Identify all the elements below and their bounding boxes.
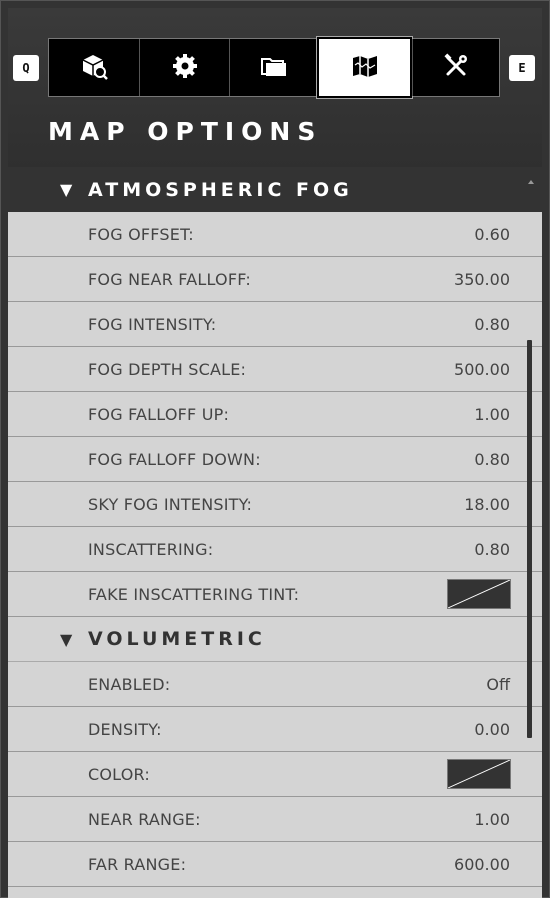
option-label: FOG FALLOFF UP: (88, 405, 230, 424)
tab-assets[interactable] (49, 39, 139, 96)
section-header-atmospheric-fog[interactable]: ▼ ATMOSPHERIC FOG (8, 167, 542, 212)
option-label: NEAR RANGE: (88, 810, 201, 829)
option-value-input[interactable]: 0.80 (474, 540, 510, 559)
map-icon (350, 51, 380, 85)
caret-down-icon: ▼ (60, 180, 73, 199)
option-label: ENABLED: (88, 675, 171, 694)
option-label: FOG DEPTH SCALE: (88, 360, 247, 379)
scrollbar-thumb[interactable] (527, 340, 532, 738)
option-label: DENSITY: (88, 720, 162, 739)
option-row-near-range[interactable]: NEAR RANGE: 1.00 (8, 797, 542, 842)
prev-tab-key-hint[interactable]: Q (13, 55, 39, 81)
gear-icon (170, 51, 200, 85)
option-value-input[interactable]: 600.00 (454, 855, 510, 874)
tools-icon (441, 51, 471, 85)
option-row-density[interactable]: DENSITY: 0.00 (8, 707, 542, 752)
tab-settings[interactable] (139, 39, 229, 96)
color-swatch-button[interactable] (447, 759, 511, 789)
option-label: FAKE INSCATTERING TINT: (88, 585, 300, 604)
option-value-input[interactable]: 0.00 (474, 720, 510, 739)
tab-map-options[interactable] (316, 36, 413, 99)
option-label: SKY FOG INTENSITY: (88, 495, 253, 514)
folder-icon (259, 51, 289, 85)
option-row-fog-near-falloff[interactable]: FOG NEAR FALLOFF: 350.00 (8, 257, 542, 302)
option-value-input[interactable]: 0.60 (474, 225, 510, 244)
map-options-panel: Q E MAP OPTIONS ▼ ATMOSPHERIC FOG FOG OF… (0, 0, 550, 898)
option-label: FOG INTENSITY: (88, 315, 217, 334)
option-label: INSCATTERING: (88, 540, 214, 559)
option-row-enabled[interactable]: ENABLED: Off (8, 662, 542, 707)
color-swatch-button[interactable] (447, 579, 511, 609)
option-value-input[interactable]: 0.80 (474, 315, 510, 334)
option-row-fog-depth-scale[interactable]: FOG DEPTH SCALE: 500.00 (8, 347, 542, 392)
option-label: FOG OFFSET: (88, 225, 194, 244)
option-row-sky-fog-intensity[interactable]: SKY FOG INTENSITY: 18.00 (8, 482, 542, 527)
option-value-input[interactable]: 18.00 (464, 495, 510, 514)
next-tab-key-hint[interactable]: E (509, 55, 535, 81)
option-row-fog-intensity[interactable]: FOG INTENSITY: 0.80 (8, 302, 542, 347)
option-row-inscattering[interactable]: INSCATTERING: 0.80 (8, 527, 542, 572)
option-label: FOG FALLOFF DOWN: (88, 450, 261, 469)
option-value-input[interactable]: 1.00 (474, 810, 510, 829)
option-label: FAR RANGE: (88, 855, 187, 874)
tab-files[interactable] (229, 39, 318, 96)
section-title: VOLUMETRIC (88, 628, 266, 650)
section-title: ATMOSPHERIC FOG (88, 178, 353, 201)
option-value-input[interactable]: 1.00 (474, 405, 510, 424)
section-header-volumetric[interactable]: ▼ VOLUMETRIC (8, 617, 542, 662)
option-row-far-range[interactable]: FAR RANGE: 600.00 (8, 842, 542, 887)
caret-down-icon: ▼ (60, 629, 73, 649)
option-row-fog-falloff-down[interactable]: FOG FALLOFF DOWN: 0.80 (8, 437, 542, 482)
option-row-fog-falloff-up[interactable]: FOG FALLOFF UP: 1.00 (8, 392, 542, 437)
option-row-partial (8, 887, 542, 898)
option-value-input[interactable]: 500.00 (454, 360, 510, 379)
tab-tools[interactable] (412, 39, 499, 96)
option-value-toggle[interactable]: Off (486, 675, 510, 694)
option-row-fake-inscattering-tint[interactable]: FAKE INSCATTERING TINT: (8, 572, 542, 617)
options-list[interactable]: ▼ ATMOSPHERIC FOG FOG OFFSET: 0.60 FOG N… (8, 167, 542, 898)
page-title: MAP OPTIONS (48, 117, 323, 146)
option-row-fog-offset[interactable]: FOG OFFSET: 0.60 (8, 212, 542, 257)
option-row-color[interactable]: COLOR: (8, 752, 542, 797)
option-label: COLOR: (88, 765, 150, 784)
option-value-input[interactable]: 0.80 (474, 450, 510, 469)
option-value-input[interactable]: 350.00 (454, 270, 510, 289)
scroll-up-arrow-icon[interactable] (528, 180, 534, 184)
tab-bar (48, 36, 500, 99)
cube-search-icon (79, 51, 109, 85)
option-label: FOG NEAR FALLOFF: (88, 270, 251, 289)
